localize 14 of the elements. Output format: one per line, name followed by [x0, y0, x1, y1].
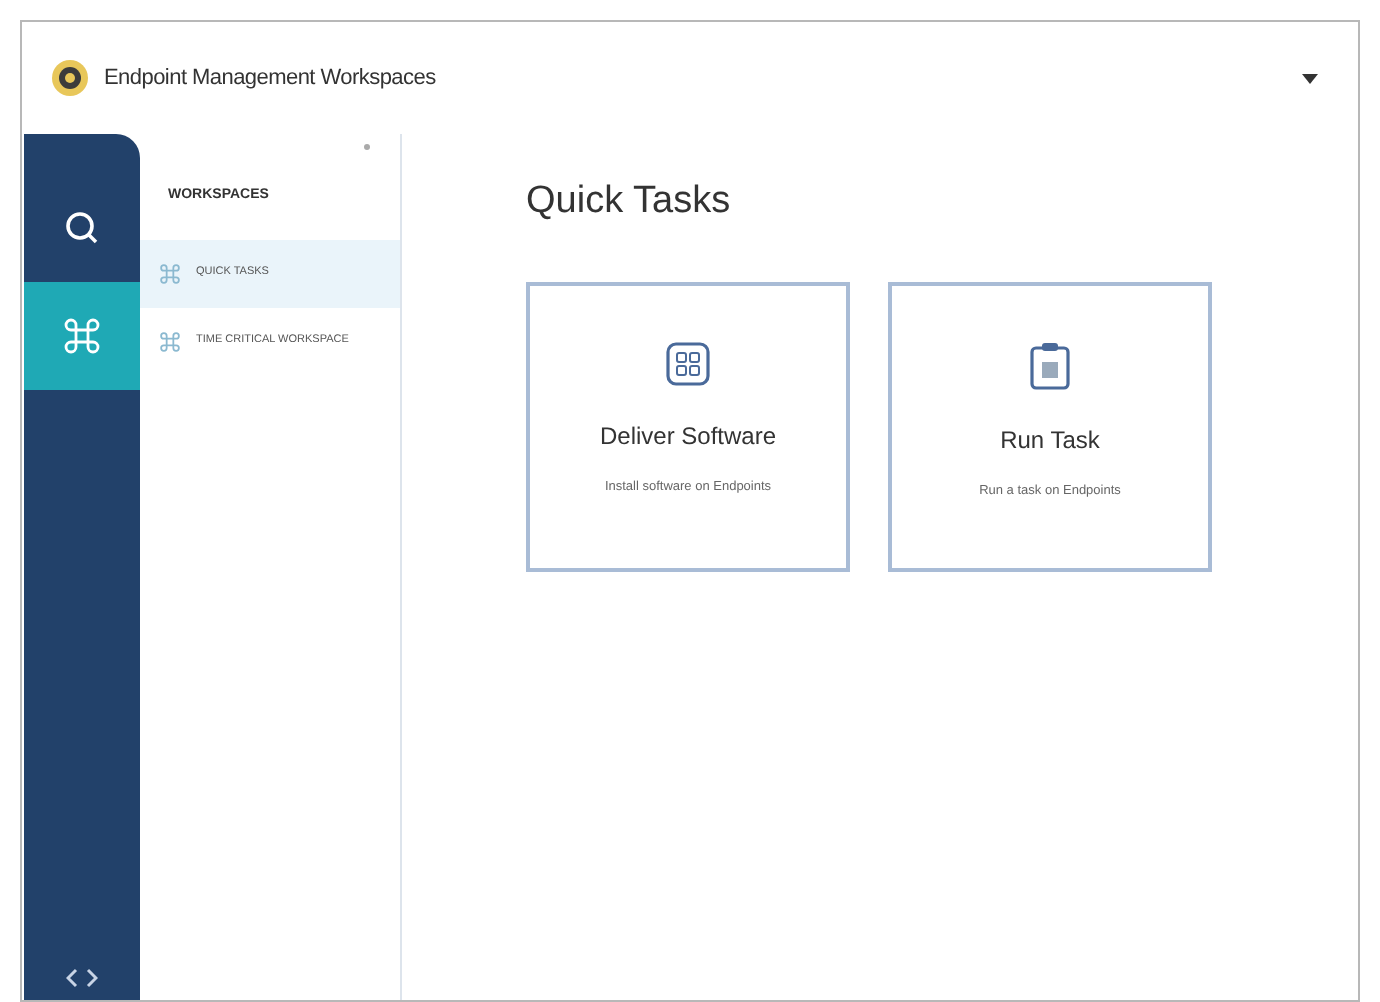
app-title: Endpoint Management Workspaces: [104, 63, 436, 94]
dropdown-caret-icon[interactable]: [1302, 73, 1318, 83]
dot-icon[interactable]: [364, 144, 370, 150]
logo-icon: [52, 60, 88, 96]
command-icon: [160, 331, 180, 351]
grid-icon: [666, 341, 710, 385]
card-title: Run Task: [1000, 423, 1100, 457]
command-icon: [64, 318, 100, 354]
command-icon: [160, 263, 180, 283]
search-icon: [64, 210, 100, 246]
clipboard-icon: [1030, 341, 1070, 389]
card-title: Deliver Software: [599, 419, 777, 453]
page-title: Quick Tasks: [526, 178, 733, 226]
expand-collapse-icon[interactable]: [66, 968, 98, 988]
